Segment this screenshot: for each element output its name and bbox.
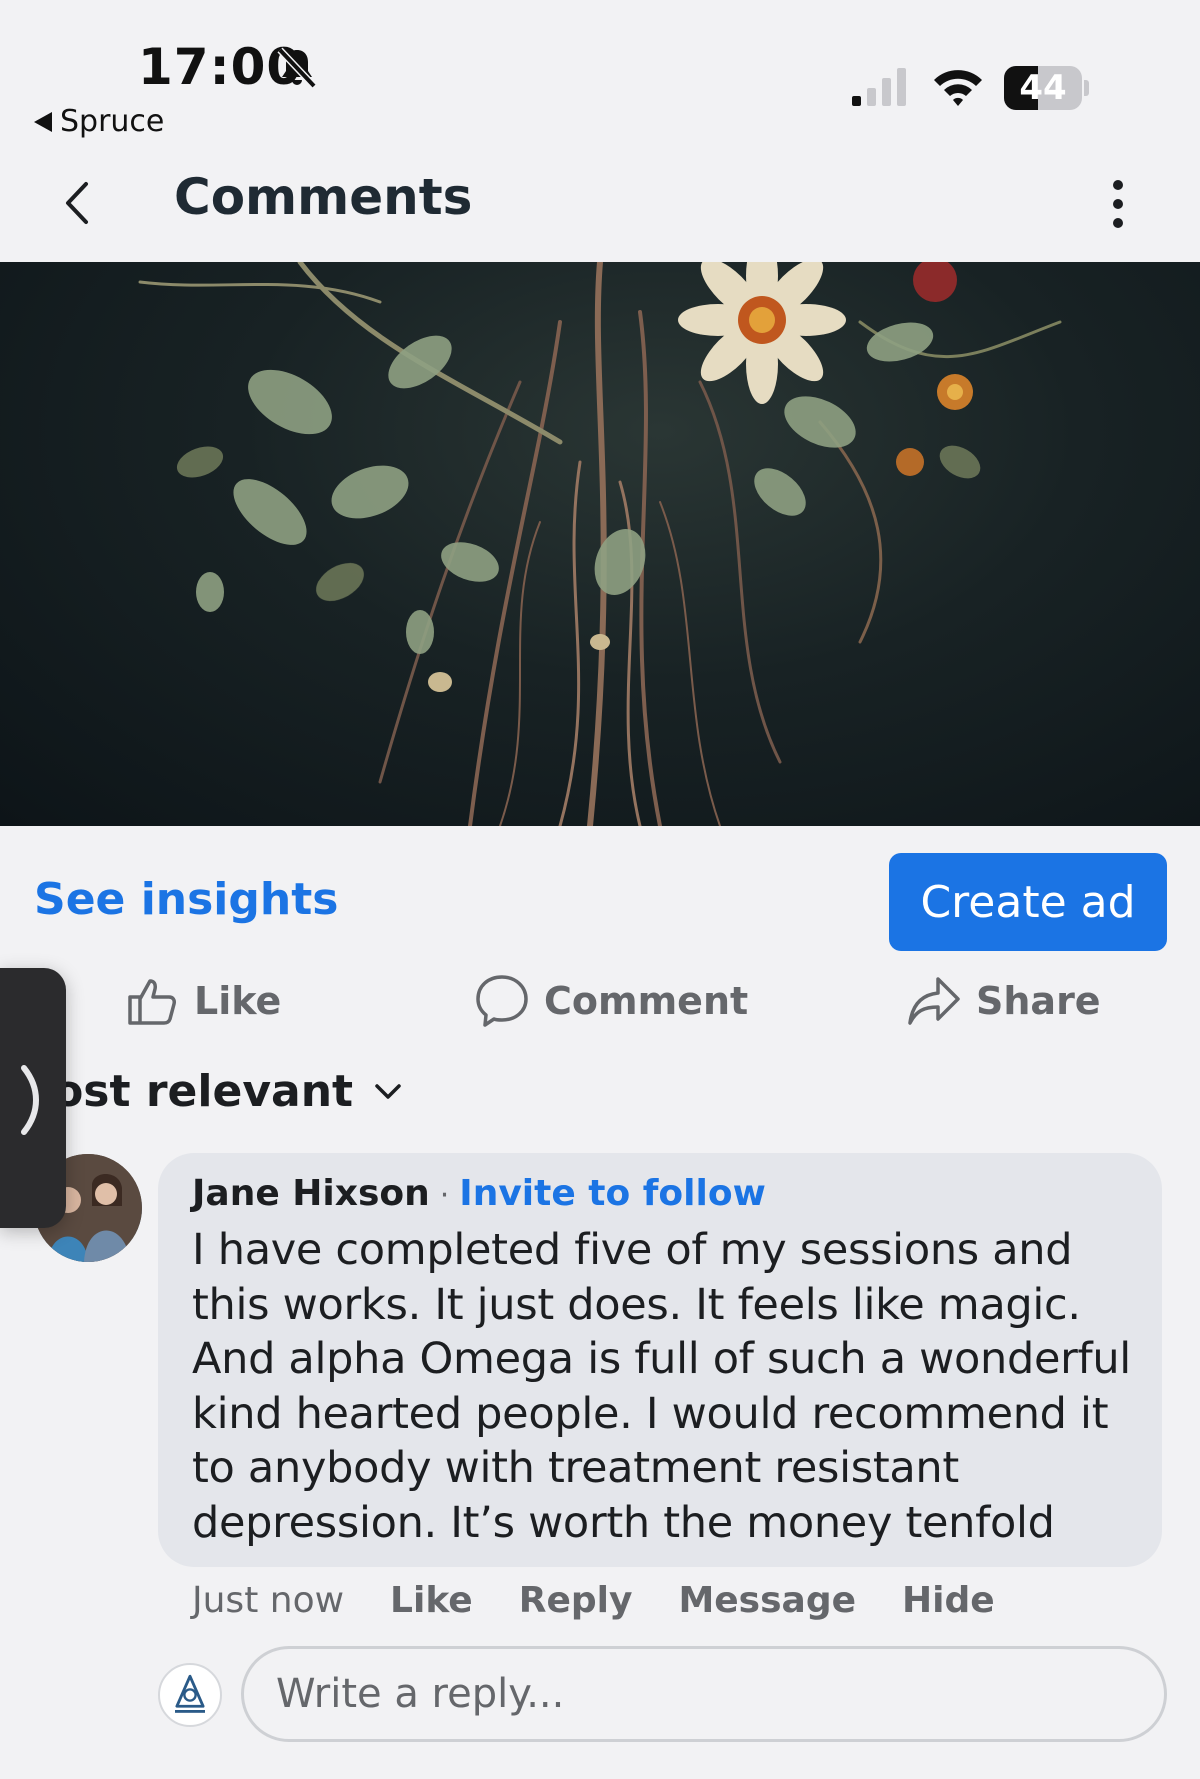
comment-label: Comment: [544, 979, 749, 1023]
back-triangle-icon: [34, 111, 52, 132]
bell-muted-icon: [277, 47, 317, 89]
comment-text: I have completed five of my sessions and…: [192, 1225, 1131, 1548]
share-arrow-icon: [908, 977, 960, 1025]
chevron-down-icon: [375, 1083, 401, 1099]
like-button[interactable]: Like: [124, 970, 281, 1032]
more-options-icon[interactable]: [1100, 174, 1136, 234]
status-bar: 17:00 Spruce 44: [0, 0, 1200, 140]
comment-author[interactable]: Jane Hixson: [192, 1173, 430, 1214]
thumbs-up-icon: [128, 979, 176, 1025]
back-to-app-link[interactable]: Spruce: [34, 104, 164, 139]
share-button[interactable]: Share: [906, 970, 1101, 1032]
comment-header: Jane Hixson · Invite to follow: [192, 1173, 766, 1214]
comment-sort-dropdown[interactable]: lost relevant: [38, 1066, 405, 1117]
comment-bubble-icon: [476, 975, 528, 1027]
post-image[interactable]: [0, 262, 1200, 826]
page-avatar: [158, 1663, 222, 1727]
invite-to-follow-link[interactable]: Invite to follow: [459, 1173, 766, 1214]
wifi-icon: [934, 70, 982, 106]
reply-input[interactable]: [241, 1646, 1167, 1742]
comment-timestamp: Just now: [192, 1580, 345, 1621]
back-chevron-icon[interactable]: [56, 176, 102, 230]
side-drawer-handle[interactable]: [0, 968, 66, 1228]
comment-actions: Just now Like Reply Message Hide: [192, 1580, 995, 1621]
comment-like-button[interactable]: Like: [390, 1580, 473, 1621]
see-insights-link[interactable]: See insights: [34, 874, 338, 925]
alpha-omega-logo-icon: [175, 1674, 205, 1713]
page-title: Comments: [174, 168, 473, 226]
create-ad-button[interactable]: Create ad: [889, 853, 1167, 951]
flower-roots-artwork-icon: [138, 262, 1062, 826]
share-label: Share: [976, 979, 1101, 1023]
comment-hide-button[interactable]: Hide: [902, 1580, 995, 1621]
comment-reply-button[interactable]: Reply: [519, 1580, 633, 1621]
cellular-signal-icon: [852, 68, 906, 106]
battery-cap: [1084, 80, 1089, 96]
sort-label: lost relevant: [38, 1066, 354, 1117]
battery-percent: 44: [1019, 68, 1067, 108]
chevron-right-icon: [21, 1065, 39, 1135]
separator-dot: ·: [439, 1178, 450, 1213]
comment-button[interactable]: Comment: [474, 970, 748, 1032]
app-header: Comments: [0, 140, 1200, 262]
battery-body: 44: [1004, 66, 1082, 110]
back-app-label: Spruce: [60, 104, 165, 139]
battery-indicator: 44: [1004, 66, 1089, 110]
like-label: Like: [194, 979, 282, 1023]
comment-message-button[interactable]: Message: [678, 1580, 856, 1621]
comment-bubble: Jane Hixson · Invite to follow I have co…: [158, 1153, 1162, 1567]
